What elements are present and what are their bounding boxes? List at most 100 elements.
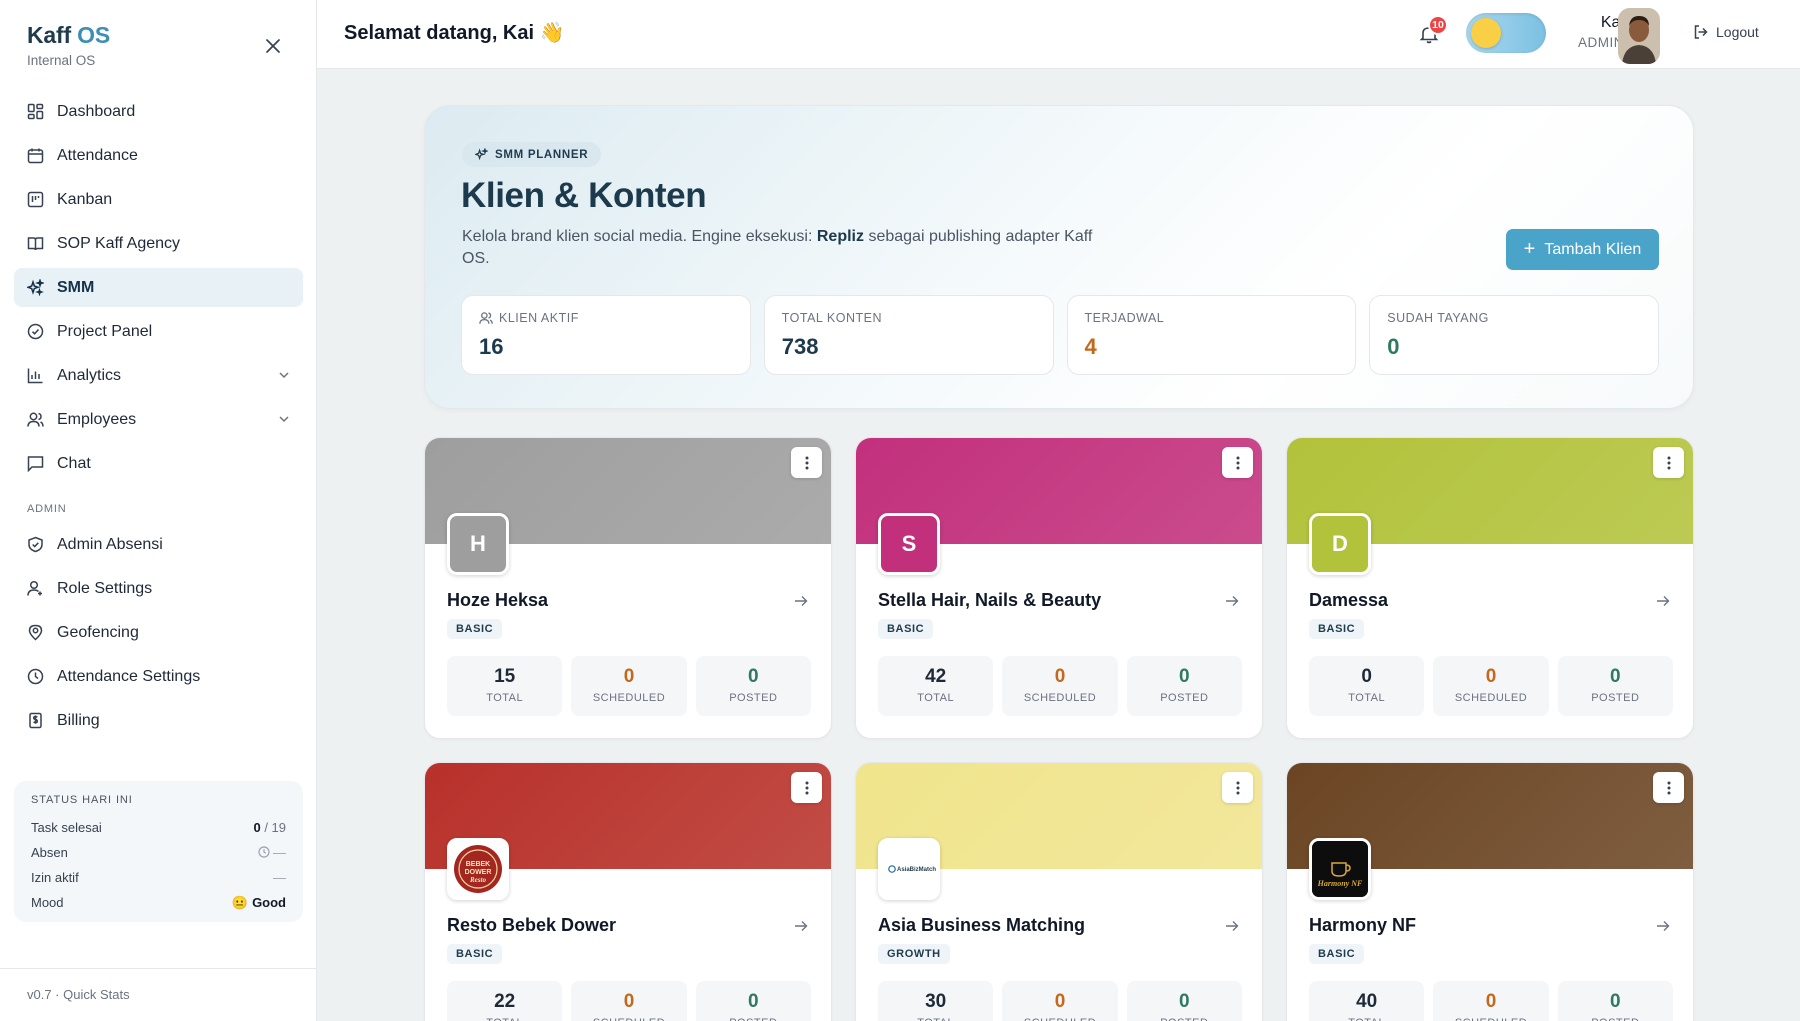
sparkles-icon bbox=[475, 148, 488, 161]
sidebar-item-project-panel[interactable]: Project Panel bbox=[14, 312, 303, 351]
sun-icon bbox=[1471, 18, 1501, 48]
sidebar-item-attendance[interactable]: Attendance bbox=[14, 136, 303, 175]
arrow-right-icon[interactable] bbox=[1224, 593, 1240, 609]
sidebar-item-role-settings[interactable]: Role Settings bbox=[14, 569, 303, 608]
sidebar-footer: v0.7 · Quick Stats bbox=[0, 968, 317, 1020]
sidebar-item-label: Analytics bbox=[57, 366, 122, 384]
client-logo: Harmony NF bbox=[1309, 838, 1371, 900]
status-absen-value: — bbox=[258, 845, 286, 860]
close-icon bbox=[266, 39, 280, 53]
card-menu-button[interactable] bbox=[791, 772, 822, 803]
tier-badge: BASIC bbox=[1309, 944, 1365, 964]
sidebar-item-employees[interactable]: Employees bbox=[14, 400, 303, 439]
sidebar-item-label: SOP Kaff Agency bbox=[57, 234, 181, 252]
more-vertical-icon bbox=[805, 456, 808, 469]
sidebar-item-chat[interactable]: Chat bbox=[14, 444, 303, 483]
status-absen-label: Absen bbox=[31, 845, 68, 860]
total-stat: 15 TOTAL bbox=[447, 656, 563, 716]
status-izin-value: — bbox=[273, 870, 286, 885]
status-row-mood: Mood 😐 Good bbox=[31, 890, 286, 915]
posted-label: POSTED bbox=[729, 692, 778, 704]
desc-text: Kelola brand klien social media. Engine … bbox=[462, 228, 817, 245]
card-menu-button[interactable] bbox=[1222, 772, 1253, 803]
client-name: Stella Hair, Nails & Beauty bbox=[878, 590, 1102, 610]
posted-label: POSTED bbox=[1160, 692, 1209, 704]
scheduled-label: SCHEDULED bbox=[592, 692, 666, 704]
receipt-icon bbox=[26, 712, 44, 730]
chevron-down-icon bbox=[279, 372, 289, 379]
total-label: TOTAL bbox=[447, 1017, 562, 1021]
total-label: TOTAL bbox=[917, 692, 955, 704]
client-card[interactable]: D Damessa BASIC 0 TOTAL 0 SCHEDULED 0 POSTE… bbox=[1286, 437, 1694, 739]
total-label: TOTAL bbox=[486, 692, 524, 704]
sidebar-item-kanban[interactable]: Kanban bbox=[14, 180, 303, 219]
sidebar-item-attendance-settings[interactable]: Attendance Settings bbox=[14, 657, 303, 696]
sidebar-item-sop[interactable]: SOP Kaff Agency bbox=[14, 224, 303, 263]
avatar[interactable] bbox=[1618, 8, 1660, 64]
posted-stat: 0 POSTED bbox=[1126, 656, 1242, 716]
logo-text: Harmony NF bbox=[1317, 879, 1363, 888]
stat-label: SUDAH TAYANG bbox=[1387, 311, 1489, 325]
client-card[interactable]: H Hoze Heksa BASIC 15 TOTAL 0 SCHEDULED 0 P… bbox=[424, 437, 832, 739]
desc-engine-name: Repliz bbox=[816, 228, 864, 245]
hero-panel: SMM PLANNER Klien & Konten Kelola brand … bbox=[424, 105, 1694, 409]
arrow-right-icon[interactable] bbox=[1655, 593, 1671, 609]
client-card[interactable]: Harmony NF Harmony NF BASIC 40 TOTAL 0 SCH… bbox=[1286, 762, 1694, 1021]
sidebar-item-label: Attendance bbox=[57, 146, 138, 164]
sidebar-item-geofencing[interactable]: Geofencing bbox=[14, 613, 303, 652]
status-absen-text: — bbox=[273, 845, 286, 860]
logout-button[interactable]: Logout bbox=[1693, 24, 1759, 40]
scheduled-value: 0 bbox=[1485, 991, 1497, 1012]
scheduled-stat: 0 SCHEDULED bbox=[571, 981, 687, 1021]
stat-value: 0 bbox=[1387, 334, 1400, 359]
bar-chart-icon bbox=[26, 367, 44, 385]
scheduled-stat: 0 SCHEDULED bbox=[1002, 656, 1118, 716]
posted-value: 0 bbox=[748, 991, 759, 1012]
client-name: Resto Bebek Dower bbox=[447, 915, 617, 935]
arrow-right-icon[interactable] bbox=[793, 918, 809, 934]
sidebar-item-label: Billing bbox=[57, 711, 100, 729]
topbar: Selamat datang, Kai 👋 10 Kai ADMIN Logou… bbox=[317, 0, 1800, 69]
card-menu-button[interactable] bbox=[1222, 447, 1253, 478]
client-name: Hoze Heksa bbox=[447, 590, 549, 610]
client-card[interactable]: S Stella Hair, Nails & Beauty BASIC 42 TO… bbox=[855, 437, 1263, 739]
card-menu-button[interactable] bbox=[1653, 447, 1684, 478]
status-mood-text: Good bbox=[252, 894, 286, 910]
total-stat: 0 TOTAL bbox=[1309, 656, 1425, 716]
card-menu-button[interactable] bbox=[1653, 772, 1684, 803]
arrow-right-icon[interactable] bbox=[1224, 918, 1240, 934]
total-value: 30 bbox=[925, 991, 947, 1012]
posted-stat: 0 POSTED bbox=[1126, 981, 1242, 1021]
client-logo: BEBEK DOWER Resto bbox=[447, 838, 509, 900]
logo-text: BEBEK bbox=[466, 861, 491, 868]
card-menu-button[interactable] bbox=[791, 447, 822, 478]
total-label: TOTAL bbox=[1348, 692, 1386, 704]
sidebar-item-admin-absensi[interactable]: Admin Absensi bbox=[14, 525, 303, 564]
clock-icon bbox=[26, 668, 44, 686]
sidebar-item-label: Employees bbox=[57, 410, 137, 428]
sidebar-item-analytics[interactable]: Analytics bbox=[14, 356, 303, 395]
brand-subtitle: Internal OS bbox=[27, 53, 96, 68]
scheduled-label: SCHEDULED bbox=[1023, 692, 1097, 704]
client-stats: 0 TOTAL 0 SCHEDULED 0 POSTED bbox=[1309, 656, 1673, 716]
arrow-right-icon[interactable] bbox=[793, 593, 809, 609]
stat-value: 738 bbox=[781, 334, 819, 359]
sidebar-item-label: Admin Absensi bbox=[57, 535, 163, 553]
arrow-right-icon[interactable] bbox=[1655, 918, 1671, 934]
status-row-task: Task selesai 0 / 19 bbox=[31, 815, 286, 840]
sidebar-item-smm[interactable]: SMM bbox=[14, 268, 303, 307]
posted-value: 0 bbox=[748, 666, 759, 687]
sidebar-item-label: Kanban bbox=[57, 190, 113, 208]
client-card[interactable]: AsiaBizMatch Asia Business Matching GROW… bbox=[855, 762, 1263, 1021]
check-circle-icon bbox=[26, 323, 44, 341]
client-card[interactable]: BEBEK DOWER Resto Resto Bebek Dower BASI… bbox=[424, 762, 832, 1021]
sidebar-item-dashboard[interactable]: Dashboard bbox=[14, 92, 303, 131]
close-sidebar-button[interactable] bbox=[262, 35, 284, 57]
add-client-button[interactable]: + Tambah Klien bbox=[1506, 229, 1659, 270]
total-stat: 30 TOTAL bbox=[878, 981, 994, 1021]
brand-title: Kaff OS bbox=[27, 22, 110, 49]
theme-toggle[interactable] bbox=[1466, 13, 1546, 53]
tier-badge: BASIC bbox=[1309, 619, 1365, 639]
clock-icon bbox=[258, 846, 270, 858]
sidebar-item-billing[interactable]: Billing bbox=[14, 701, 303, 740]
